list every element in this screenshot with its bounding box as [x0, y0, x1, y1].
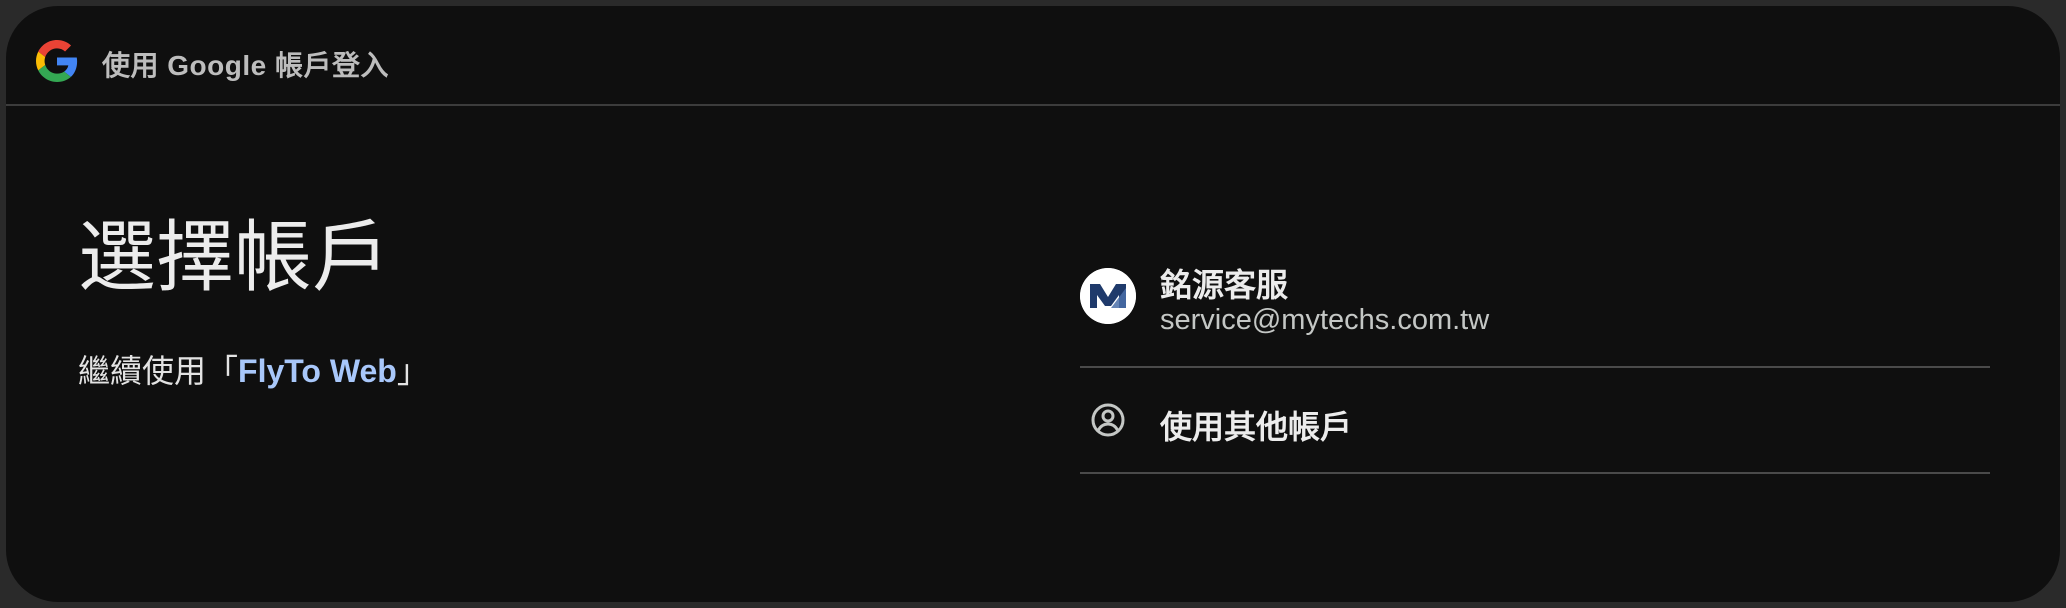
- account-list: 銘源客服 service@mytechs.com.tw 使用其他帳戶: [1080, 244, 1990, 474]
- app-name-link[interactable]: FlyTo Web: [238, 353, 397, 389]
- continue-to-app-text: 繼續使用「FlyTo Web」: [78, 346, 429, 392]
- header-bar: 使用 Google 帳戶登入: [6, 6, 2060, 106]
- continue-suffix: 」: [396, 353, 429, 389]
- page-title: 選擇帳戶: [78, 213, 391, 301]
- use-another-account-button[interactable]: 使用其他帳戶: [1080, 368, 1990, 474]
- avatar: [1080, 268, 1136, 324]
- person-circle-icon: [1091, 403, 1125, 437]
- header-title: 使用 Google 帳戶登入: [102, 50, 390, 81]
- sign-in-window: 使用 Google 帳戶登入 選擇帳戶 繼續使用「FlyTo Web」 銘源客服…: [6, 6, 2060, 602]
- account-email: service@mytechs.com.tw: [1160, 304, 1490, 336]
- account-item[interactable]: 銘源客服 service@mytechs.com.tw: [1080, 244, 1990, 368]
- use-another-account-label: 使用其他帳戶: [1160, 409, 1353, 445]
- mytechs-logo-icon: [1080, 268, 1136, 324]
- continue-prefix: 繼續使用「: [78, 353, 239, 389]
- account-name: 銘源客服: [1160, 267, 1289, 303]
- google-g-icon: [36, 40, 78, 82]
